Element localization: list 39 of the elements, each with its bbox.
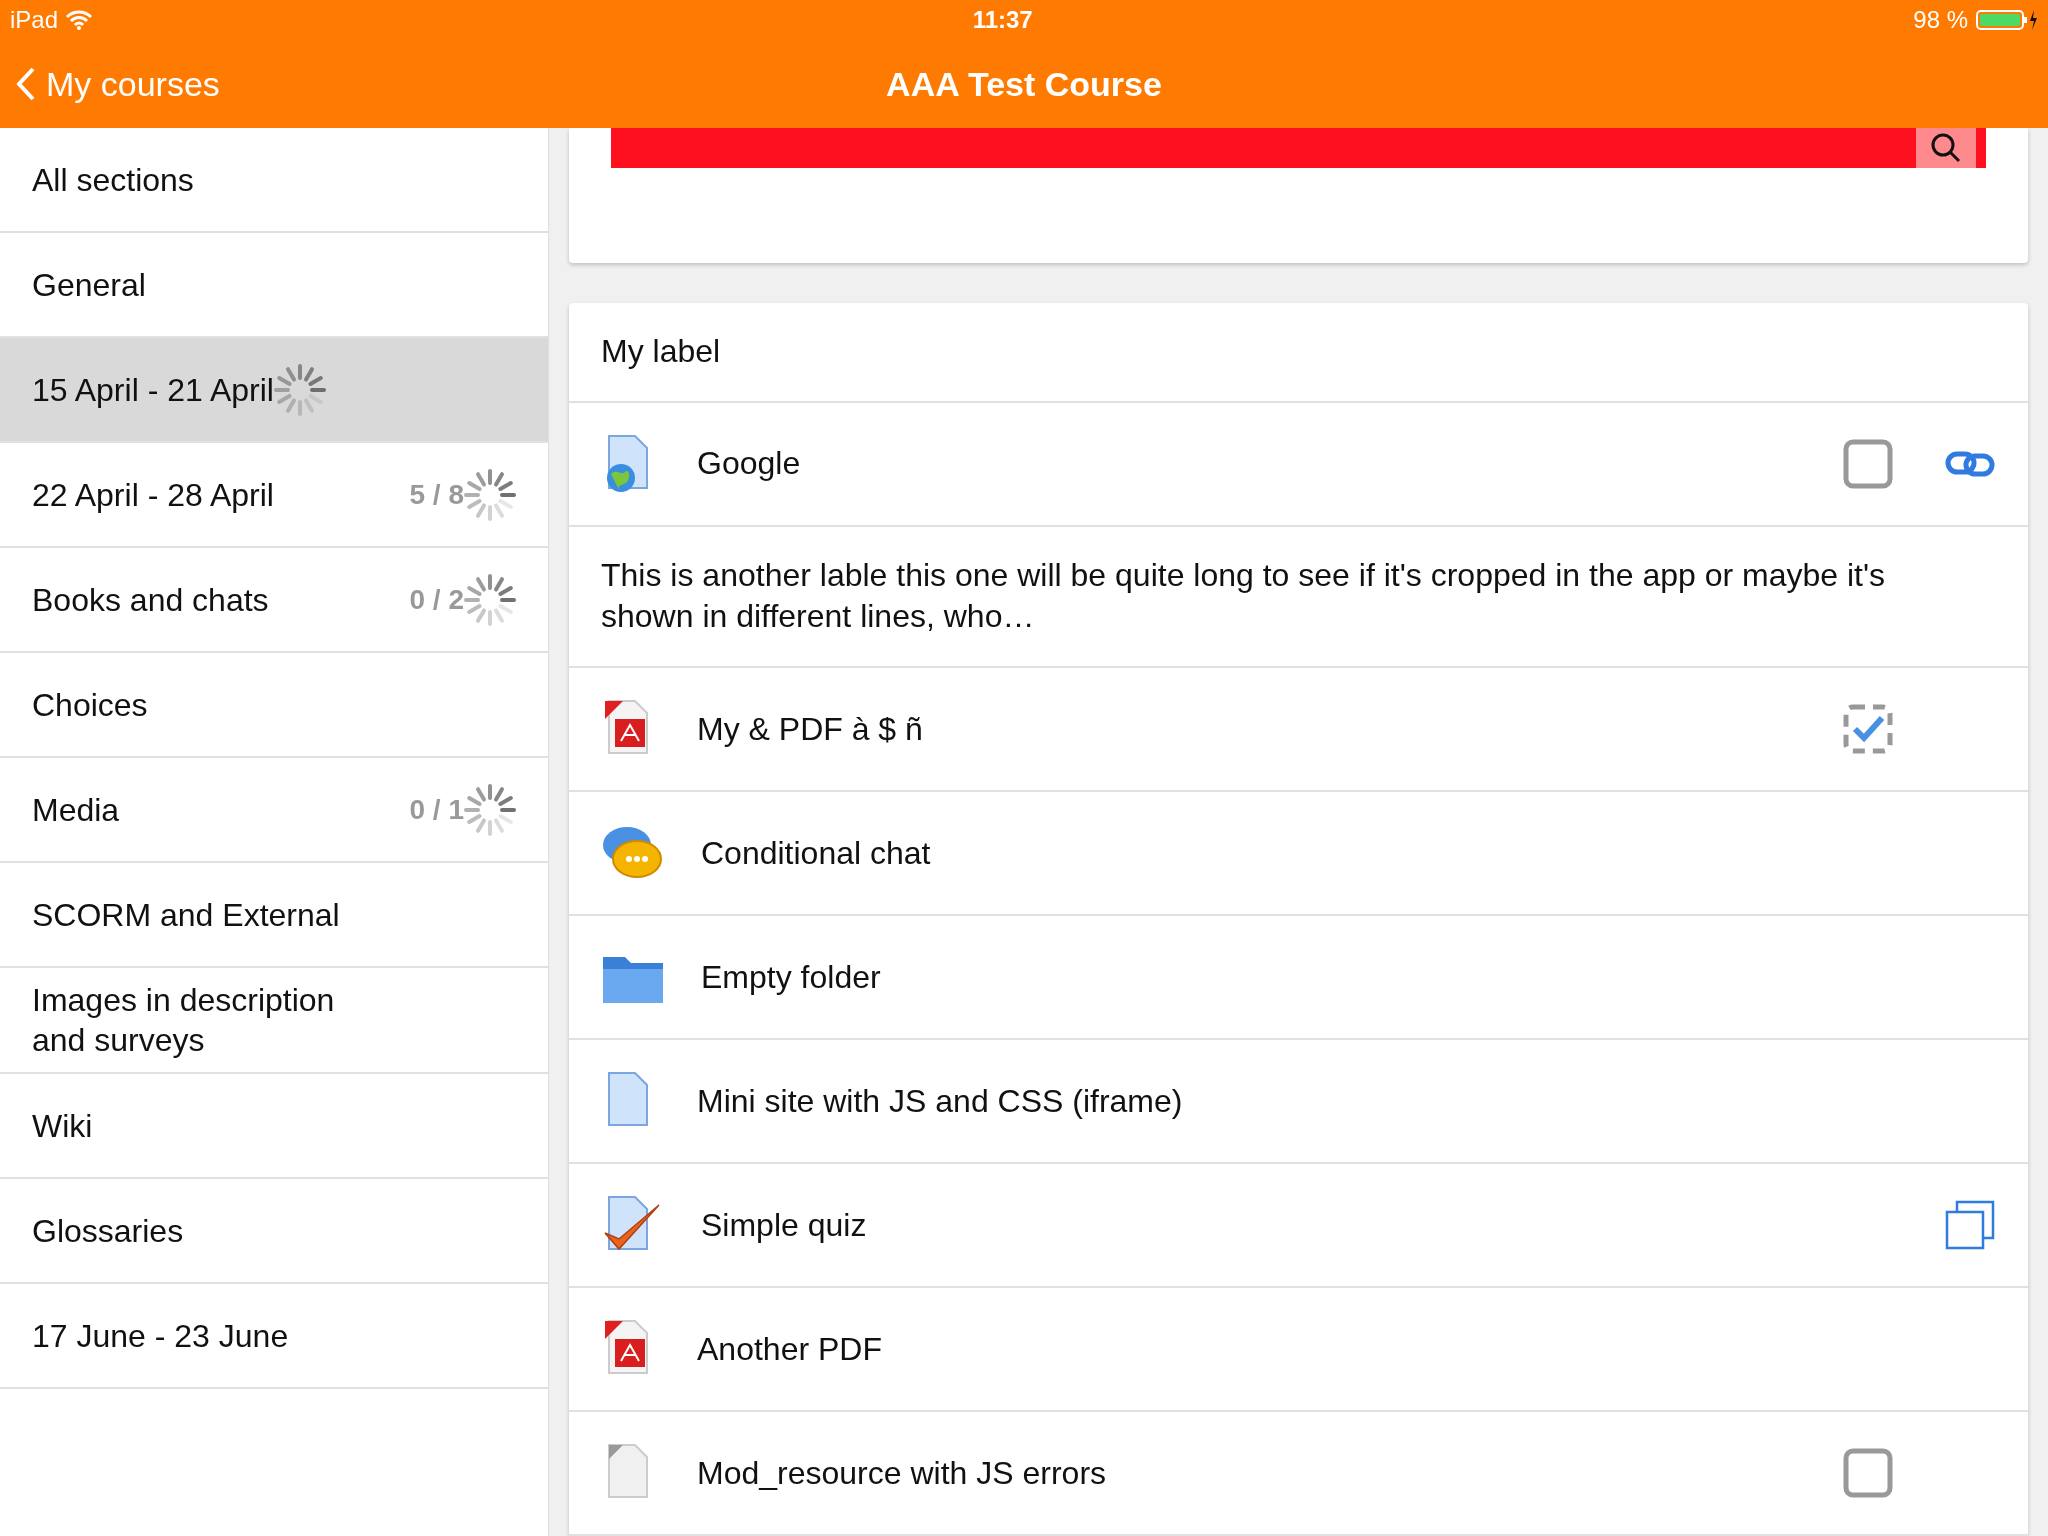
- search-icon: [1930, 132, 1962, 164]
- page-title: AAA Test Course: [886, 64, 1162, 104]
- duplicate-icon[interactable]: [1945, 1200, 1995, 1250]
- section-name: Choices: [32, 685, 148, 725]
- progress-count: 5 / 8: [409, 478, 464, 511]
- section-name: SCORM and External: [32, 895, 340, 935]
- completion-checkbox[interactable]: [1843, 438, 1893, 489]
- completion-checkbox[interactable]: [1843, 1448, 1893, 1498]
- section-name: 22 April - 28 April: [32, 475, 274, 515]
- search-button[interactable]: [1916, 128, 1976, 168]
- progress-count: 0 / 1: [409, 793, 464, 826]
- section-name: All sections: [32, 160, 194, 200]
- module-name[interactable]: Mod_resource with JS errors: [697, 1454, 1806, 1492]
- label-text: My label: [569, 303, 2028, 403]
- battery-charging-icon: [1976, 9, 2038, 31]
- section-name: Images in description and surveys: [32, 981, 336, 1060]
- device-name: iPad: [10, 6, 59, 34]
- section-name: Media: [32, 790, 120, 830]
- section-name: General: [32, 265, 146, 305]
- module-name[interactable]: Mini site with JS and CSS (iframe): [697, 1082, 1806, 1120]
- module-name[interactable]: Simple quiz: [701, 1206, 1806, 1244]
- section-item[interactable]: 15 April - 21 April: [0, 338, 548, 443]
- label-text: This is another lable this one will be quite long to see if it's cropped in the app or maybe it's shown in different lines, who…: [569, 526, 2028, 668]
- section-name: 15 April - 21 April: [32, 370, 274, 410]
- section-name: Wiki: [32, 1106, 93, 1146]
- module-name[interactable]: Another PDF: [697, 1330, 1806, 1368]
- section-name: Books and chats: [32, 580, 269, 620]
- module-name[interactable]: My & PDF à $ ñ: [697, 710, 1806, 748]
- completion-checkbox[interactable]: [1843, 704, 1893, 754]
- module-name[interactable]: Conditional chat: [701, 834, 1806, 872]
- chevron-left-icon: [16, 67, 36, 101]
- battery-percent: 98 %: [1913, 6, 1968, 34]
- module-name[interactable]: Google: [697, 445, 1806, 483]
- section-name: Glossaries: [32, 1211, 184, 1251]
- wifi-icon: [66, 10, 93, 30]
- progress-count: 0 / 2: [409, 583, 464, 616]
- clock-time: 11:37: [972, 6, 1033, 34]
- section-name: 17 June - 23 June: [32, 1316, 289, 1356]
- module-name[interactable]: Empty folder: [701, 958, 1806, 996]
